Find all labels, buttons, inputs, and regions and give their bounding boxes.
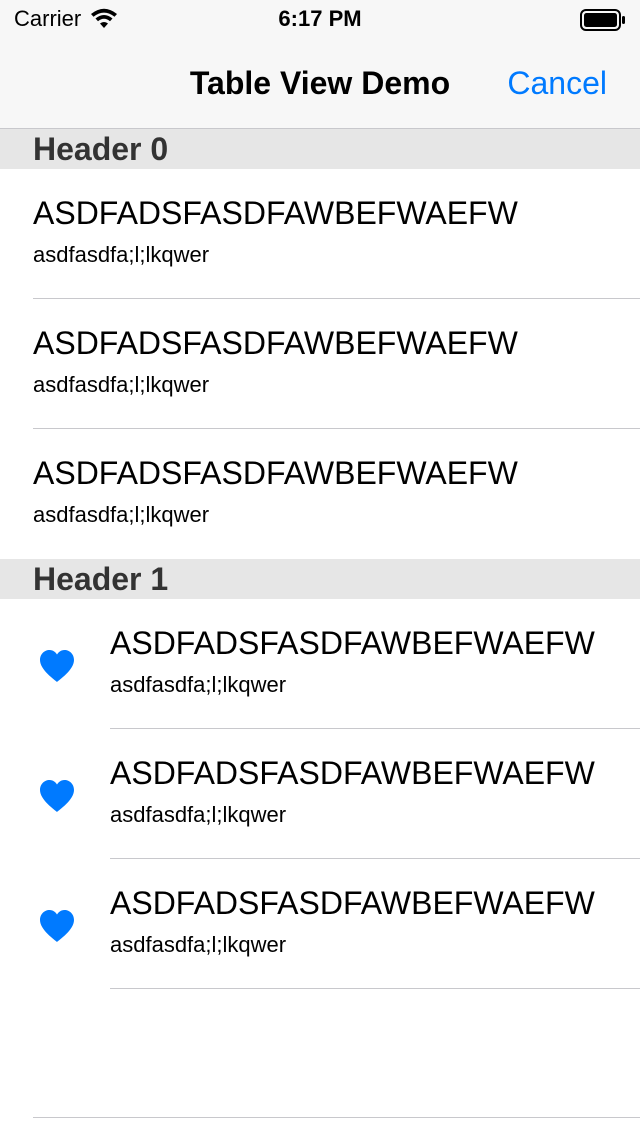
status-time: 6:17 PM [278,6,362,31]
heart-icon [40,910,74,942]
heart-icon [40,650,74,682]
row-title: ASDFADSFASDFAWBEFWAEFW [33,325,518,361]
table-row[interactable]: ASDFADSFASDFAWBEFWAEFW asdfasdfa;l;lkqwe… [0,169,640,299]
row-separator [110,988,640,989]
section-header: Header 0 [0,129,640,169]
navigation-bar: Table View Demo Cancel [0,40,640,129]
section-header: Header 1 [0,559,640,599]
row-subtitle: asdfasdfa;l;lkqwer [33,242,210,267]
row-title: ASDFADSFASDFAWBEFWAEFW [110,755,595,791]
row-subtitle: asdfasdfa;l;lkqwer [110,672,287,697]
status-bar: Carrier 6:17 PM [0,0,640,40]
row-title: ASDFADSFASDFAWBEFWAEFW [33,455,518,491]
table-view[interactable]: Header 0 ASDFADSFASDFAWBEFWAEFW asdfasdf… [0,129,640,989]
table-row[interactable]: ASDFADSFASDFAWBEFWAEFW asdfasdfa;l;lkqwe… [0,429,640,559]
table-row[interactable]: ASDFADSFASDFAWBEFWAEFW asdfasdfa;l;lkqwe… [0,599,640,729]
row-title: ASDFADSFASDFAWBEFWAEFW [110,885,595,921]
row-subtitle: asdfasdfa;l;lkqwer [110,932,287,957]
table-row[interactable]: ASDFADSFASDFAWBEFWAEFW asdfasdfa;l;lkqwe… [0,859,640,989]
table-row[interactable]: ASDFADSFASDFAWBEFWAEFW asdfasdfa;l;lkqwe… [0,729,640,859]
battery-icon [580,9,625,31]
row-title: ASDFADSFASDFAWBEFWAEFW [110,625,595,661]
heart-icon [40,780,74,812]
cancel-button[interactable]: Cancel [507,65,607,102]
row-title: ASDFADSFASDFAWBEFWAEFW [33,195,518,231]
empty-row-separator [33,1117,640,1118]
row-subtitle: asdfasdfa;l;lkqwer [33,502,210,527]
table-row[interactable]: ASDFADSFASDFAWBEFWAEFW asdfasdfa;l;lkqwe… [0,299,640,429]
row-subtitle: asdfasdfa;l;lkqwer [33,372,210,397]
row-subtitle: asdfasdfa;l;lkqwer [110,802,287,827]
